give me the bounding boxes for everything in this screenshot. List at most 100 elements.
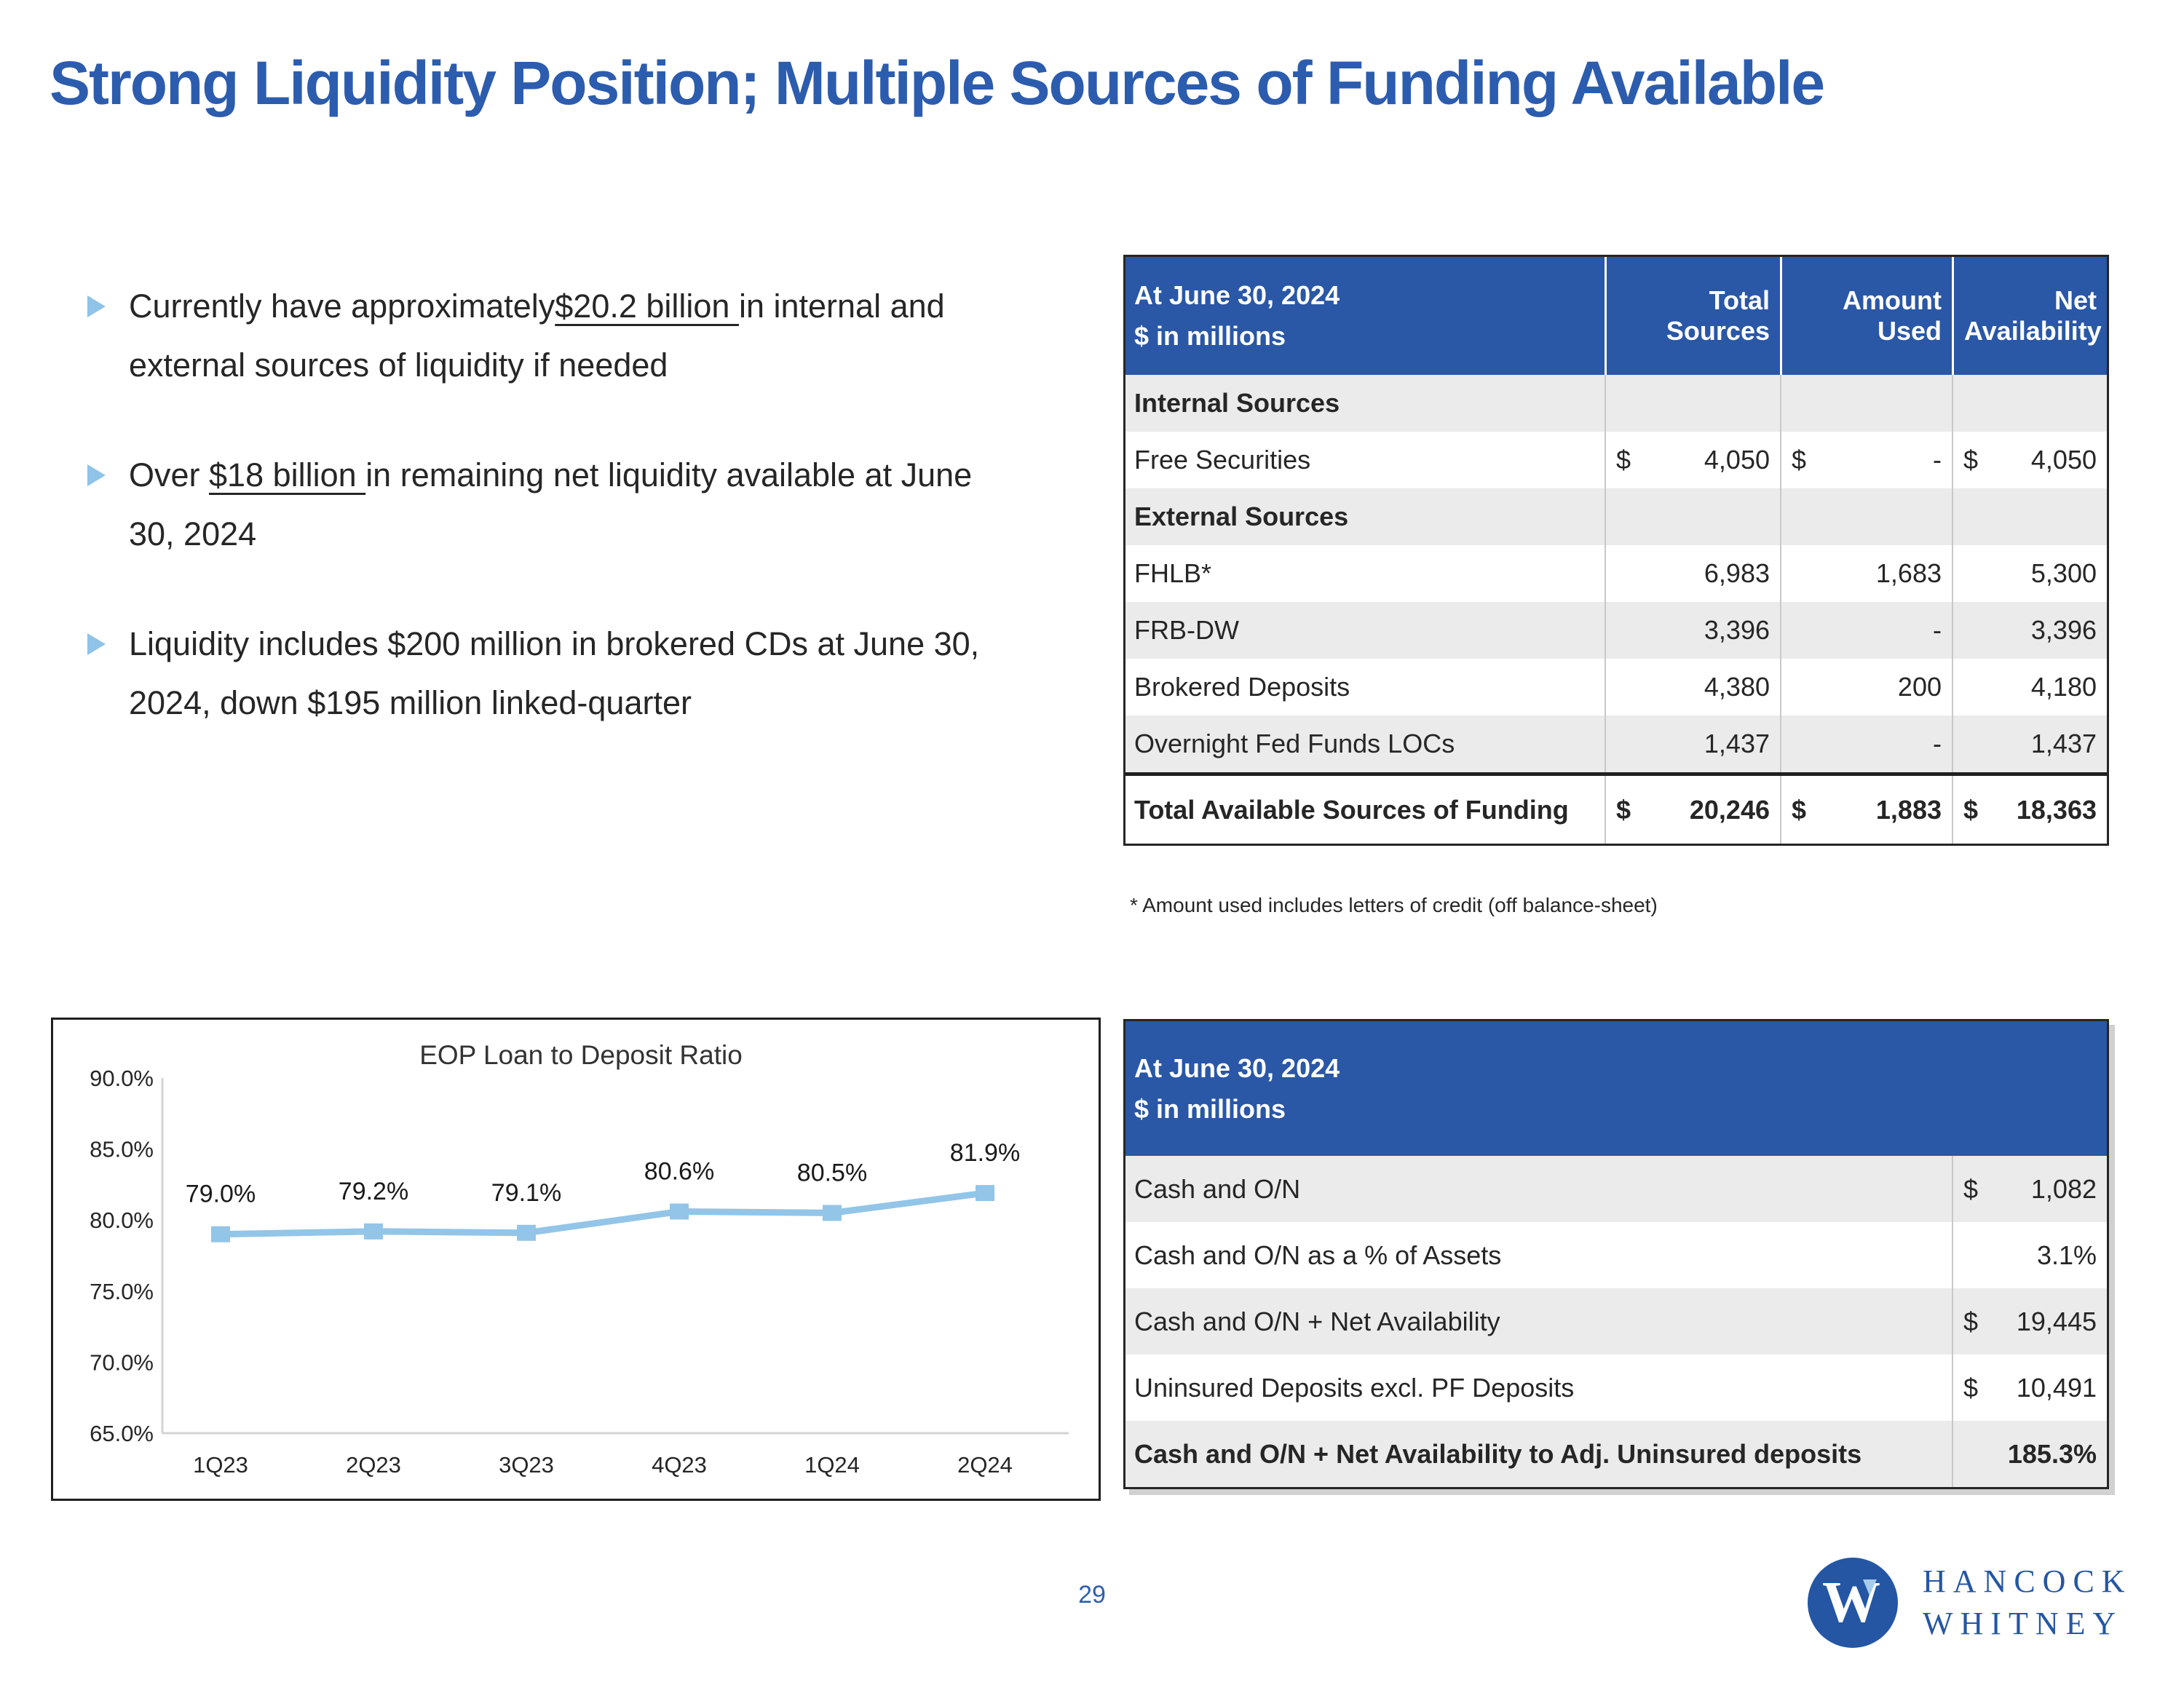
- svg-text:3Q23: 3Q23: [499, 1452, 554, 1478]
- bullet-triangle-icon: [87, 633, 106, 655]
- svg-text:80.5%: 80.5%: [797, 1159, 867, 1186]
- table-row: Internal Sources: [1125, 375, 2107, 432]
- cash-liquidity-table: At June 30, 2024 $ in millions Cash and …: [1123, 1019, 2109, 1489]
- liquidity-table-body: Cash and O/N$1,082Cash and O/N as a % of…: [1125, 1156, 2107, 1487]
- svg-text:65.0%: 65.0%: [90, 1421, 154, 1446]
- table-row: Cash and O/N + Net Availability$19,445: [1125, 1288, 2107, 1355]
- table-total-row: Total Available Sources of Funding$20,24…: [1125, 772, 2107, 844]
- svg-text:80.0%: 80.0%: [90, 1208, 154, 1233]
- liquidity-table-header: At June 30, 2024 $ in millions: [1125, 1021, 2107, 1156]
- row-value: 4,380: [1605, 659, 1780, 715]
- row-label: Uninsured Deposits excl. PF Deposits: [1125, 1355, 1952, 1421]
- table-row: Uninsured Deposits excl. PF Deposits$10,…: [1125, 1355, 2107, 1421]
- row-value: $10,491: [1952, 1355, 2107, 1421]
- row-label: Cash and O/N as a % of Assets: [1125, 1222, 1952, 1288]
- funding-header-amount-used: Amount Used: [1780, 257, 1952, 375]
- row-value: $4,050: [1952, 432, 2107, 488]
- logo-wordmark: HANCOCK WHITNEY: [1923, 1561, 2132, 1645]
- row-label: External Sources: [1125, 488, 1605, 545]
- row-value: 200: [1780, 659, 1952, 715]
- row-label: FHLB*: [1125, 545, 1605, 602]
- row-label: Total Available Sources of Funding: [1125, 776, 1605, 844]
- row-value: 4,180: [1952, 659, 2107, 715]
- row-value: $18,363: [1952, 776, 2107, 844]
- logo-line-whitney: WHITNEY: [1923, 1603, 2132, 1645]
- page-title: Strong Liquidity Position; Multiple Sour…: [50, 48, 2146, 119]
- svg-text:75.0%: 75.0%: [90, 1279, 154, 1304]
- row-value: [1605, 488, 1780, 545]
- row-value: 6,983: [1605, 545, 1780, 602]
- row-label: Brokered Deposits: [1125, 659, 1605, 715]
- page-number: 29: [1048, 1581, 1136, 1609]
- bullet-triangle-icon: [87, 296, 106, 317]
- row-value: [1952, 488, 2107, 545]
- row-value: $4,050: [1605, 432, 1780, 488]
- bullet-triangle-icon: [87, 464, 106, 486]
- table-row: FHLB*6,9831,6835,300: [1125, 545, 2107, 602]
- svg-text:80.6%: 80.6%: [644, 1157, 714, 1185]
- funding-header-units: $ in millions: [1134, 316, 1286, 357]
- row-value: 3,396: [1605, 602, 1780, 659]
- eop-loan-to-deposit-chart: 90.0%85.0%80.0%75.0%70.0%65.0%1Q232Q233Q…: [51, 1018, 1101, 1501]
- svg-text:79.1%: 79.1%: [491, 1179, 561, 1207]
- row-value: -: [1780, 715, 1952, 772]
- row-value: 1,683: [1780, 545, 1952, 602]
- svg-text:1Q23: 1Q23: [193, 1452, 248, 1478]
- table-row: Brokered Deposits4,3802004,180: [1125, 659, 2107, 715]
- svg-text:79.2%: 79.2%: [339, 1178, 408, 1205]
- row-label: Free Securities: [1125, 432, 1605, 488]
- row-value: [1952, 375, 2107, 432]
- row-value: [1780, 488, 1952, 545]
- row-value: $19,445: [1952, 1288, 2107, 1355]
- bullet-text: Over $18 billion in remaining net liquid…: [129, 445, 1013, 563]
- funding-header-total-sources: Total Sources: [1605, 257, 1780, 375]
- row-label: Overnight Fed Funds LOCs: [1125, 715, 1605, 772]
- bullet-list: Currently have approximately$20.2 billio…: [87, 277, 1063, 783]
- funding-table-header: At June 30, 2024 $ in millions Total Sou…: [1125, 257, 2107, 375]
- row-value: 3,396: [1952, 602, 2107, 659]
- svg-text:81.9%: 81.9%: [950, 1139, 1020, 1167]
- row-value: 185.3%: [1952, 1421, 2107, 1487]
- row-value: $20,246: [1605, 776, 1780, 844]
- row-value: -: [1780, 602, 1952, 659]
- row-value: 5,300: [1952, 545, 2107, 602]
- row-label: Internal Sources: [1125, 375, 1605, 432]
- svg-text:85.0%: 85.0%: [90, 1137, 154, 1162]
- bullet-text: Currently have approximately$20.2 billio…: [129, 277, 1013, 395]
- row-value: 1,437: [1605, 715, 1780, 772]
- liquidity-header-date: At June 30, 2024: [1134, 1048, 1340, 1089]
- funding-sources-table: At June 30, 2024 $ in millions Total Sou…: [1123, 255, 2109, 846]
- table-row: Cash and O/N$1,082: [1125, 1156, 2107, 1222]
- table-row: Cash and O/N as a % of Assets3.1%: [1125, 1222, 2107, 1288]
- row-value: [1605, 375, 1780, 432]
- row-value: $-: [1780, 432, 1952, 488]
- line-chart-canvas: 90.0%85.0%80.0%75.0%70.0%65.0%1Q232Q233Q…: [53, 1020, 1103, 1503]
- funding-header-title: At June 30, 2024 $ in millions: [1125, 257, 1605, 375]
- slide: { "slide": { "title": "Strong Liquidity …: [0, 0, 2184, 1685]
- bullet-item: Currently have approximately$20.2 billio…: [87, 277, 1063, 395]
- row-label: Cash and O/N: [1125, 1156, 1952, 1222]
- row-label: FRB-DW: [1125, 602, 1605, 659]
- row-value: 1,437: [1952, 715, 2107, 772]
- table-total-row: Cash and O/N + Net Availability to Adj. …: [1125, 1421, 2107, 1487]
- hancock-whitney-logo-mark: W: [1808, 1558, 1898, 1648]
- table-footnote: * Amount used includes letters of credit…: [1130, 894, 1658, 917]
- row-value: [1780, 375, 1952, 432]
- liquidity-header-units: $ in millions: [1134, 1089, 1286, 1130]
- funding-header-net-availability: Net Availability: [1952, 257, 2107, 375]
- row-value: $1,883: [1780, 776, 1952, 844]
- hancock-whitney-logo: W HANCOCK WHITNEY: [1808, 1558, 2132, 1648]
- bullet-text: Liquidity includes $200 million in broke…: [129, 614, 1013, 732]
- svg-text:2Q23: 2Q23: [346, 1452, 401, 1478]
- svg-text:70.0%: 70.0%: [90, 1349, 154, 1375]
- row-label: Cash and O/N + Net Availability to Adj. …: [1125, 1421, 1952, 1487]
- chart-title: EOP Loan to Deposit Ratio: [126, 1040, 1036, 1071]
- svg-text:2Q24: 2Q24: [957, 1452, 1013, 1478]
- table-row: FRB-DW3,396-3,396: [1125, 602, 2107, 659]
- row-value: 3.1%: [1952, 1222, 2107, 1288]
- logo-line-hancock: HANCOCK: [1923, 1561, 2132, 1603]
- table-row: Overnight Fed Funds LOCs1,437-1,437: [1125, 715, 2107, 772]
- svg-text:79.0%: 79.0%: [186, 1181, 256, 1208]
- table-row: External Sources: [1125, 488, 2107, 545]
- bullet-item: Over $18 billion in remaining net liquid…: [87, 445, 1063, 563]
